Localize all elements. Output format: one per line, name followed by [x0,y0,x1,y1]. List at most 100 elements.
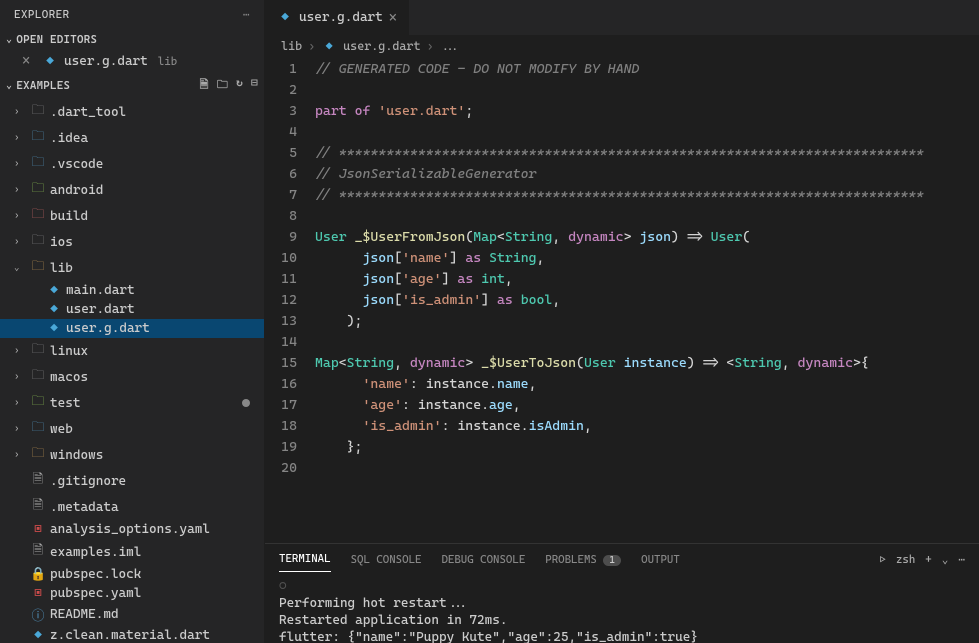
tab-output[interactable]: OUTPUT [641,547,680,572]
explorer-more-icon[interactable]: ⋯ [243,8,250,21]
tree-file[interactable]: ▣ analysis_options.yaml [0,520,264,539]
tree-folder[interactable]: ›🗀.vscode [0,151,264,177]
tree-folder[interactable]: ›🗀test [0,390,264,416]
tree-item-label: macos [50,370,88,385]
tree-item-label: build [50,209,88,224]
dart-file-icon: ◆ [321,39,337,53]
tree-item-label: linux [50,344,88,359]
folder-icon: 🗀 [30,257,46,279]
tab-user-g-dart[interactable]: ◆ user.g.dart × [265,0,410,35]
tree-item-label: ios [50,235,73,250]
tree-item-label: lib [50,261,73,276]
tree-folder[interactable]: ›🗀.dart_tool [0,99,264,125]
chevron-down-icon: ⌄ [6,80,12,91]
tree-file[interactable]: ⓘREADME.md [0,603,264,626]
explorer-title: EXPLORER [14,8,70,21]
editor-tabs: ◆ user.g.dart × [265,0,979,35]
folder-icon: 🗀 [30,392,46,414]
file-icon: ▣ [30,522,46,537]
open-editor-path: lib [158,55,177,68]
tree-folder[interactable]: › 🗀 ios [0,229,264,255]
file-icon: ◆ [46,321,62,336]
refresh-icon[interactable]: ↻ [236,76,243,95]
chevron-icon: › [14,159,26,169]
tab-debug-console[interactable]: DEBUG CONSOLE [441,547,525,572]
breadcrumb-lib[interactable]: lib [281,39,302,53]
panel-tabs: TERMINAL SQL CONSOLE DEBUG CONSOLE PROBL… [265,544,979,574]
tree-file[interactable]: ◆ user.dart [0,300,264,319]
chevron-down-icon: ⌄ [6,34,12,45]
file-icon: 🗎 [30,470,46,492]
terminal-dropdown-icon[interactable]: ⌄ [942,553,949,566]
tree-file[interactable]: 🔒pubspec.lock [0,565,264,584]
tree-item-label: analysis_options.yaml [50,522,210,537]
tree-folder[interactable]: ›🗀windows [0,442,264,468]
terminal-launch-icon[interactable]: ▷ [880,553,886,566]
tab-problems[interactable]: PROBLEMS 1 [545,547,621,572]
tree-folder[interactable]: › 🗀 android [0,177,264,203]
tree-folder[interactable]: ›🗀.idea [0,125,264,151]
new-file-icon[interactable]: 🗎 [200,76,209,95]
tree-item-label: pubspec.yaml [50,586,141,601]
chevron-right-icon: › [426,39,433,53]
tree-item-label: test [50,396,80,411]
tree-folder[interactable]: › 🗀 macos [0,364,264,390]
tree-folder[interactable]: ›🗀linux [0,338,264,364]
tree-file[interactable]: 🗎examples.iml [0,539,264,565]
new-terminal-icon[interactable]: + [925,553,931,566]
folder-icon: 🗀 [30,179,46,201]
close-icon[interactable]: × [389,10,397,26]
tab-terminal[interactable]: TERMINAL [279,546,331,572]
chevron-icon: › [14,237,26,247]
tree-file[interactable]: ◆ z.clean.material.dart [0,626,264,643]
tree-file[interactable]: 🗎.gitignore [0,468,264,494]
terminal-more-icon[interactable]: ⋯ [958,553,965,566]
folder-icon: 🗀 [30,418,46,440]
tree-item-label: .metadata [50,500,119,515]
folder-icon: 🗀 [30,127,46,149]
collapse-icon[interactable]: ⊟ [251,76,258,95]
breadcrumb[interactable]: lib › ◆ user.g.dart › ... [265,35,979,57]
tree-file[interactable]: ▣ pubspec.yaml [0,584,264,603]
file-icon: ◆ [30,628,46,643]
file-icon: ◆ [46,302,62,317]
new-folder-icon[interactable]: 🗀 [217,76,228,95]
folder-icon: 🗀 [30,366,46,388]
tree-file[interactable]: 🗎.metadata [0,494,264,520]
open-editors-header[interactable]: ⌄ OPEN EDITORS [0,29,264,50]
tab-sql-console[interactable]: SQL CONSOLE [351,547,422,572]
tree-folder[interactable]: ⌄🗀lib [0,255,264,281]
chevron-icon: › [14,450,26,460]
examples-label: EXAMPLES [16,79,70,92]
line-gutter: 1234567891011121314151617181920 [265,59,315,543]
open-editor-item[interactable]: × ◆ user.g.dart lib [0,50,264,72]
tree-file[interactable]: ◆main.dart [0,281,264,300]
code-editor[interactable]: 1234567891011121314151617181920 // GENER… [265,57,979,543]
examples-header[interactable]: ⌄ EXAMPLES 🗎 🗀 ↻ ⊟ [0,72,264,99]
tree-folder[interactable]: ›🗀web [0,416,264,442]
code-content[interactable]: // GENERATED CODE - DO NOT MODIFY BY HAN… [315,59,979,543]
file-icon: ◆ [46,283,62,298]
tree-item-label: android [50,183,103,198]
file-icon: ▣ [30,586,46,601]
tree-folder[interactable]: ›🗀build [0,203,264,229]
chevron-icon: › [14,372,26,382]
editor-area: ◆ user.g.dart × lib › ◆ user.g.dart › ..… [265,0,979,643]
open-editor-name: user.g.dart [64,54,148,69]
tree-file[interactable]: ◆user.g.dart [0,319,264,338]
folder-icon: 🗀 [30,205,46,227]
breadcrumb-more[interactable]: ... [440,39,461,53]
chevron-right-icon: › [308,39,315,53]
tree-item-label: web [50,422,73,437]
shell-name[interactable]: zsh [896,553,915,566]
tree-item-label: z.clean.material.dart [50,628,210,643]
breadcrumb-file[interactable]: user.g.dart [343,39,420,53]
dart-file-icon: ◆ [277,10,293,25]
tree-item-label: README.md [50,607,119,622]
chevron-icon: › [14,185,26,195]
close-icon[interactable]: × [22,53,36,69]
tree-item-label: user.dart [66,302,135,317]
folder-icon: 🗀 [30,231,46,253]
tree-item-label: pubspec.lock [50,567,141,582]
terminal-output[interactable]: ○Performing hot restart...Restarted appl… [265,574,979,643]
